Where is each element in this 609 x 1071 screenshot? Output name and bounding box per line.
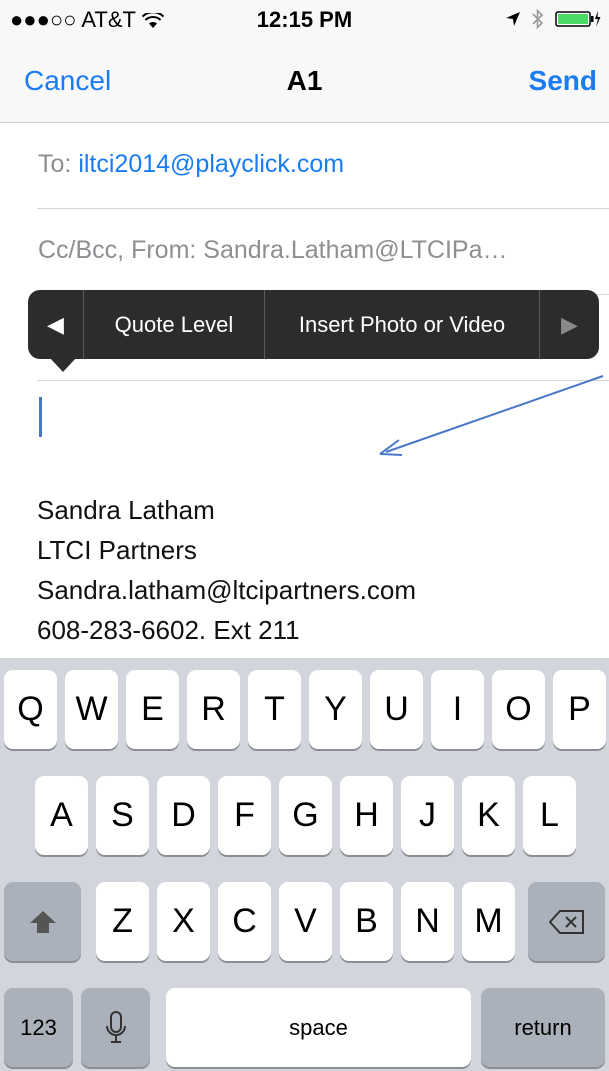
signature-phone: 608-283-6602. Ext 211 [37,615,300,645]
text-cursor [39,397,42,437]
microphone-icon [105,1010,126,1043]
quote-level-label: Quote Level [114,311,234,337]
email-signature[interactable]: Sandra Latham LTCI Partners Sandra.latha… [37,490,416,650]
right-arrow-icon: ▶ [561,311,578,337]
signature-email: Sandra.latham@ltcipartners.com [37,575,416,605]
page-title: A1 [286,65,323,96]
dictation-key[interactable] [81,988,150,1067]
key-w[interactable]: W [65,670,118,749]
key-m[interactable]: M [462,882,515,961]
status-bar: ●●●○○ AT&T 12:15 PM [0,0,609,38]
numbers-key[interactable]: 123 [4,988,73,1067]
key-h[interactable]: H [340,776,393,855]
key-t[interactable]: T [248,670,301,749]
bluetooth-icon [532,8,544,30]
key-u[interactable]: U [370,670,423,749]
cc-from-field[interactable]: Cc/Bcc, From: Sandra.Latham@LTCIPa… [37,208,609,295]
menu-tail [50,358,76,372]
insert-photo-video-button[interactable]: Insert Photo or Video [265,290,539,359]
key-p[interactable]: P [553,670,606,749]
navigation-bar: Cancel A1 Send [0,38,609,123]
quote-level-button[interactable]: Quote Level [84,290,264,359]
key-n[interactable]: N [401,882,454,961]
key-r[interactable]: R [187,670,240,749]
cc-from-label: Cc/Bcc, From: Sandra.Latham@LTCIPa… [38,236,508,264]
left-arrow-icon: ◀ [47,311,64,337]
to-field[interactable]: To: iltci2014@playclick.com [37,122,609,209]
key-a[interactable]: A [35,776,88,855]
insert-photo-video-label: Insert Photo or Video [298,311,506,337]
key-q[interactable]: Q [4,670,57,749]
delete-key[interactable] [528,882,605,961]
key-l[interactable]: L [523,776,576,855]
key-z[interactable]: Z [96,882,149,961]
location-icon [506,12,520,26]
key-j[interactable]: J [401,776,454,855]
send-button[interactable]: Send [529,65,597,97]
keyboard: Q W E R T Y U I O P A S D F G H J K L Z … [0,658,609,1071]
key-s[interactable]: S [96,776,149,855]
status-icons [505,8,601,30]
menu-next-button[interactable]: ▶ [540,290,599,359]
key-c[interactable]: C [218,882,271,961]
key-o[interactable]: O [492,670,545,749]
key-k[interactable]: K [462,776,515,855]
to-recipient[interactable]: iltci2014@playclick.com [78,150,344,178]
key-d[interactable]: D [157,776,210,855]
key-b[interactable]: B [340,882,393,961]
key-g[interactable]: G [279,776,332,855]
menu-previous-button[interactable]: ◀ [28,290,83,359]
key-f[interactable]: F [218,776,271,855]
return-key[interactable]: return [481,988,605,1067]
shift-key[interactable] [4,882,81,961]
shift-icon [29,910,56,933]
key-e[interactable]: E [126,670,179,749]
battery-charging-icon [555,11,601,27]
key-y[interactable]: Y [309,670,362,749]
key-x[interactable]: X [157,882,210,961]
key-i[interactable]: I [431,670,484,749]
to-label: To: [38,150,72,178]
key-v[interactable]: V [279,882,332,961]
space-key[interactable]: space [166,988,471,1067]
signature-name: Sandra Latham [37,495,215,525]
delete-icon [548,909,584,934]
edit-menu-popup: ◀ Quote Level Insert Photo or Video ▶ [28,290,599,372]
signature-company: LTCI Partners [37,535,197,565]
